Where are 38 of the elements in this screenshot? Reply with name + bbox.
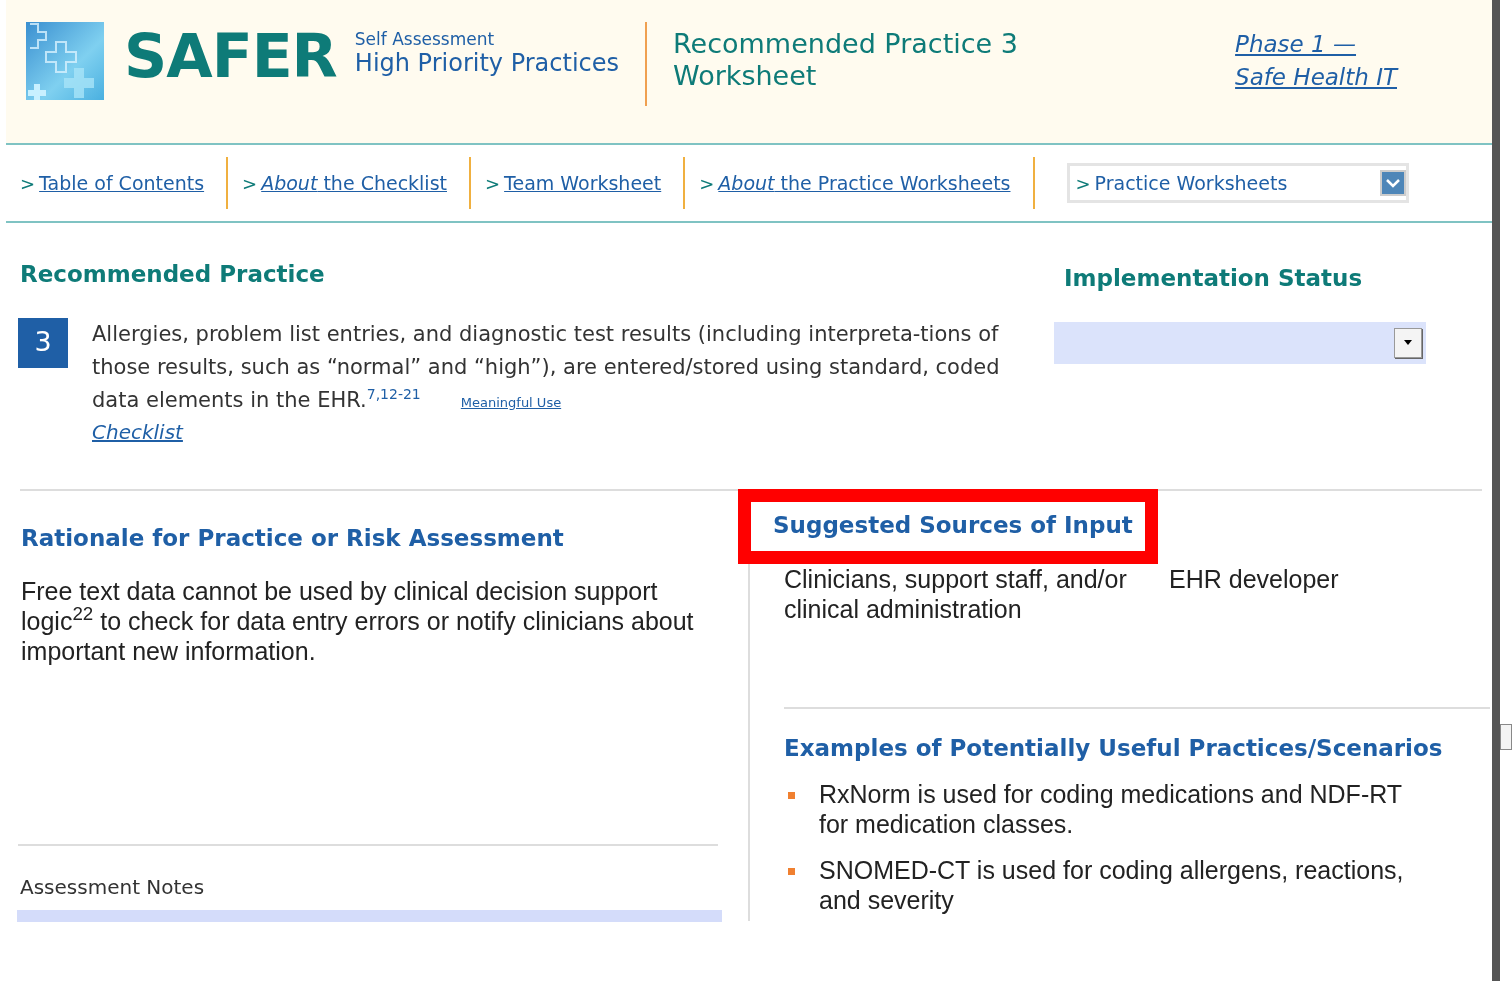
nav-link[interactable]: About the Checklist <box>261 168 447 198</box>
logo-text: SAFER <box>124 26 337 86</box>
bullet-icon <box>788 792 795 799</box>
subtitle-small: Self Assessment <box>354 30 496 49</box>
source-item: EHR developer <box>1169 563 1340 595</box>
bullet-icon <box>788 868 795 875</box>
page-title: Recommended Practice 3 <box>673 28 1018 61</box>
subtitle: High Priority Practices <box>354 48 620 78</box>
section-heading: Rationale for Practice or Risk Assessment <box>21 524 565 553</box>
assessment-notes-field[interactable] <box>17 909 722 922</box>
section-heading: Implementation Status <box>1064 264 1364 293</box>
nav-link[interactable]: Table of Contents <box>39 168 205 198</box>
arrow-marker: > <box>20 171 36 196</box>
rationale-text: Free text data cannot be used by clinical decision support logic$^{22}$ to check for data entry errors or notify clinicians about important new information. <box>21 575 695 666</box>
assessment-notes-label: Assessment Notes <box>20 873 206 901</box>
arrow-marker: > <box>485 171 501 196</box>
meaningful-use-link[interactable]: Meaningful Use <box>460 394 562 410</box>
arrow-marker: > <box>699 171 715 196</box>
dropdown-chevron-icon[interactable] <box>1379 170 1406 196</box>
example-item: SNOMED-CT is used for coding allergens, reactions, and severity <box>819 855 1405 915</box>
section-heading: Suggested Sources of Input <box>773 511 1133 540</box>
arrow-marker: > <box>242 171 258 196</box>
reference-link[interactable]: 7,12-21 <box>366 383 421 403</box>
scrollbar[interactable] <box>1492 0 1512 981</box>
practice-text: Allergies, problem list entries, and diagnostic test results (including interpreta-tions of those results, such as “normal” and “high”), are entered/stored using standard, coded data elements in the EHR.$^{7,12-21}$ Meaningful Use <box>92 320 1001 414</box>
source-item: Clinicians, support staff, and/or clinical administration <box>784 563 1128 625</box>
section-heading: Recommended Practice <box>20 260 326 289</box>
nav-link[interactable]: Team Worksheet <box>504 168 662 198</box>
section-heading: Examples of Potentially Useful Practices/Scenarios <box>784 733 1444 763</box>
practice-worksheets-dropdown[interactable]: > Practice Worksheets <box>1066 163 1409 203</box>
example-item: RxNorm is used for coding medications and NDF-RT for medication classes. <box>819 779 1403 839</box>
phase-link[interactable]: Phase 1 — <box>1235 31 1356 57</box>
checklist-link[interactable]: Checklist <box>92 419 183 444</box>
logo-icon <box>26 22 104 100</box>
nav-link[interactable]: About the Practice Worksheets <box>718 168 1011 198</box>
practice-number: 3 <box>18 317 68 368</box>
phase-link[interactable]: Safe Health IT <box>1235 64 1397 91</box>
page-title: Worksheet <box>673 60 818 93</box>
